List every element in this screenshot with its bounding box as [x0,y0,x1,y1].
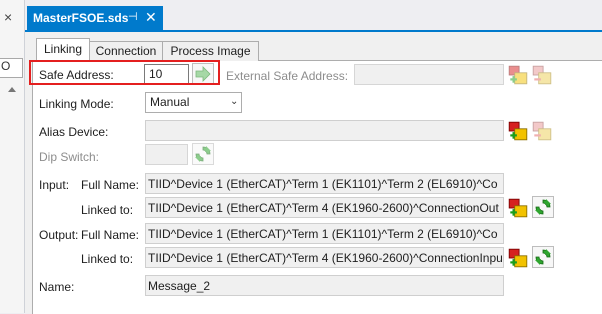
highlight-box [29,60,220,85]
output-link-button[interactable] [507,247,529,269]
left-panel-combo-text: O [1,59,11,73]
link-add-icon [507,197,529,219]
green-refresh-icon [533,247,553,267]
left-panel [0,0,25,313]
name-label: Name: [39,280,75,294]
tab-linking[interactable]: Linking [36,38,90,60]
dip-switch-label: Dip Switch: [39,150,100,164]
input-full-name-label: Full Name: [81,178,140,192]
left-panel-close-icon[interactable]: × [4,10,12,24]
linking-mode-label: Linking Mode: [39,97,114,111]
input-refresh-button[interactable] [532,196,554,218]
link-remove-icon [531,120,553,142]
output-linked-to-field[interactable]: TIID^Device 1 (EtherCAT)^Term 4 (EK1960-… [145,247,504,268]
link-add-icon [507,64,529,86]
alias-link-button[interactable] [507,120,529,142]
link-add-icon [507,247,529,269]
alias-unlink-button[interactable] [531,120,553,142]
pin-icon[interactable]: ⊣ [128,10,138,23]
dip-switch-input[interactable] [145,144,188,165]
green-refresh-icon [193,144,213,164]
link-remove-icon [531,64,553,86]
input-linked-to-label: Linked to: [81,203,134,217]
alias-device-input[interactable] [145,120,504,141]
name-field[interactable]: Message_2 [145,275,504,296]
tab-process-image[interactable]: Process Image [162,41,259,61]
linking-mode-select[interactable]: Manual [145,92,242,113]
input-linked-to-field[interactable]: TIID^Device 1 (EtherCAT)^Term 4 (EK1960-… [145,197,504,218]
tab-connection[interactable]: Connection [89,41,163,61]
external-unlink-button[interactable] [531,64,553,86]
document-tab-title: MasterFSOE.sds [33,11,129,25]
scroll-up-icon[interactable] [8,87,16,92]
alias-device-label: Alias Device: [39,125,109,139]
input-full-name-field[interactable]: TIID^Device 1 (EtherCAT)^Term 1 (EK1101)… [145,173,504,194]
green-refresh-icon [533,197,553,217]
link-add-icon [507,120,529,142]
input-link-button[interactable] [507,197,529,219]
input-label: Input: [39,178,70,192]
external-link-button[interactable] [507,64,529,86]
output-full-name-label: Full Name: [81,228,140,242]
chevron-down-icon[interactable]: ⌄ [230,96,238,107]
dip-switch-refresh-button[interactable] [192,143,214,165]
output-linked-to-label: Linked to: [81,252,134,266]
output-label: Output: [39,228,79,242]
output-refresh-button[interactable] [532,246,554,268]
output-full-name-field[interactable]: TIID^Device 1 (EtherCAT)^Term 1 (EK1101)… [145,223,504,244]
external-safe-address-label: External Safe Address: [226,69,349,83]
close-icon[interactable]: ✕ [145,9,157,26]
external-safe-address-input[interactable] [354,64,504,85]
